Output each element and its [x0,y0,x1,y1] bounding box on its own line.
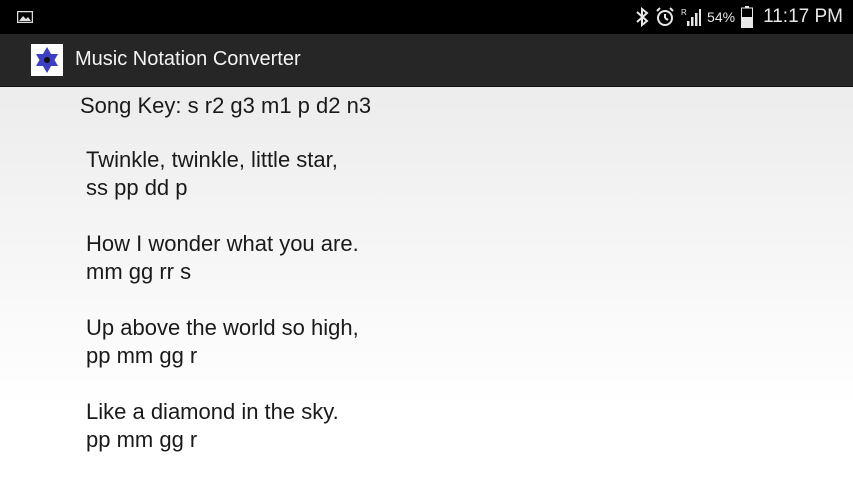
svg-text:R: R [681,8,687,17]
notes-line: pp mm gg r [86,427,198,452]
lyric-line: Twinkle, twinkle, little star, [86,147,338,172]
status-bar: R 54% 11:17 PM [0,0,853,34]
verse: How I wonder what you are. mm gg rr s [86,230,359,286]
verse: Twinkle, twinkle, little star, ss pp dd … [86,146,338,202]
star-of-david-icon[interactable] [31,44,63,76]
song-key: Song Key: s r2 g3 m1 p d2 n3 [80,93,372,118]
lyric-line: Like a diamond in the sky. [86,399,339,424]
notes-line: mm gg rr s [86,259,192,284]
signal-icon: R [681,7,702,27]
lyric-line: How I wonder what you are. [86,231,359,256]
clock: 11:17 PM [763,6,843,27]
battery-icon [741,6,754,28]
gallery-notification-icon [16,10,34,24]
lyric-line: Up above the world so high, [86,315,359,340]
notes-line: ss pp dd p [86,175,188,200]
bluetooth-icon [635,7,649,27]
app-title: Music Notation Converter [75,48,301,70]
battery-percent: 54% [707,9,736,25]
alarm-icon [655,7,675,27]
notes-line: pp mm gg r [86,343,198,368]
verse: Like a diamond in the sky. pp mm gg r [86,398,339,454]
verse: Up above the world so high, pp mm gg r [86,314,359,370]
